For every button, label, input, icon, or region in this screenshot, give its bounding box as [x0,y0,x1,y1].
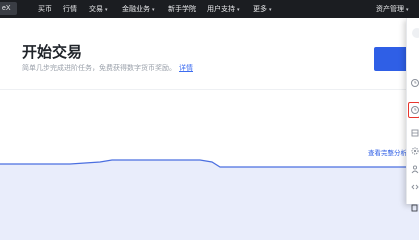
nav-item-more[interactable]: 更多 ▾ [253,0,272,18]
detail-link[interactable]: 详情 [179,64,193,72]
nav-item-support[interactable]: 用户支持 ▾ [207,0,240,18]
nav-item-academy[interactable]: 新手学院 [168,0,196,18]
chevron-down-icon: ▾ [237,7,240,13]
user-dropdown-menu [406,18,419,212]
top-nav: eX 买币 行情 交易 ▾ 金融业务 ▾ 新手学院 用户支持 ▾ 更多 ▾ 资产管理 ▾ [0,0,419,18]
nav-item-trade[interactable]: 交易 ▾ [89,0,108,18]
logo[interactable]: eX [0,2,17,15]
chevron-down-icon: ▾ [105,7,108,13]
chevron-down-icon: ▾ [406,7,409,13]
clock-icon[interactable] [410,78,419,88]
clock-icon[interactable] [410,105,419,115]
gear-icon[interactable] [410,146,419,156]
table-icon[interactable] [410,128,419,138]
page-subtitle: 简单几步完成进阶任务，免费获得数字货币奖励。 详情 [22,64,193,72]
chevron-down-icon: ▾ [152,7,155,13]
page-title: 开始交易 [22,43,83,61]
nav-item-asset-management[interactable]: 资产管理 ▾ [376,0,409,18]
logout-icon[interactable] [410,203,419,213]
nav-item-finance[interactable]: 金融业务 ▾ [122,0,155,18]
asset-trend-chart [0,159,419,240]
chevron-down-icon: ▾ [269,7,272,13]
chart-area [0,160,419,240]
nav-item-buy-crypto[interactable]: 买币 [38,0,52,18]
person-icon[interactable] [410,164,419,174]
divider [0,89,407,90]
nav-item-markets[interactable]: 行情 [63,0,77,18]
avatar-icon[interactable] [410,28,419,38]
code-icon[interactable] [410,182,419,192]
